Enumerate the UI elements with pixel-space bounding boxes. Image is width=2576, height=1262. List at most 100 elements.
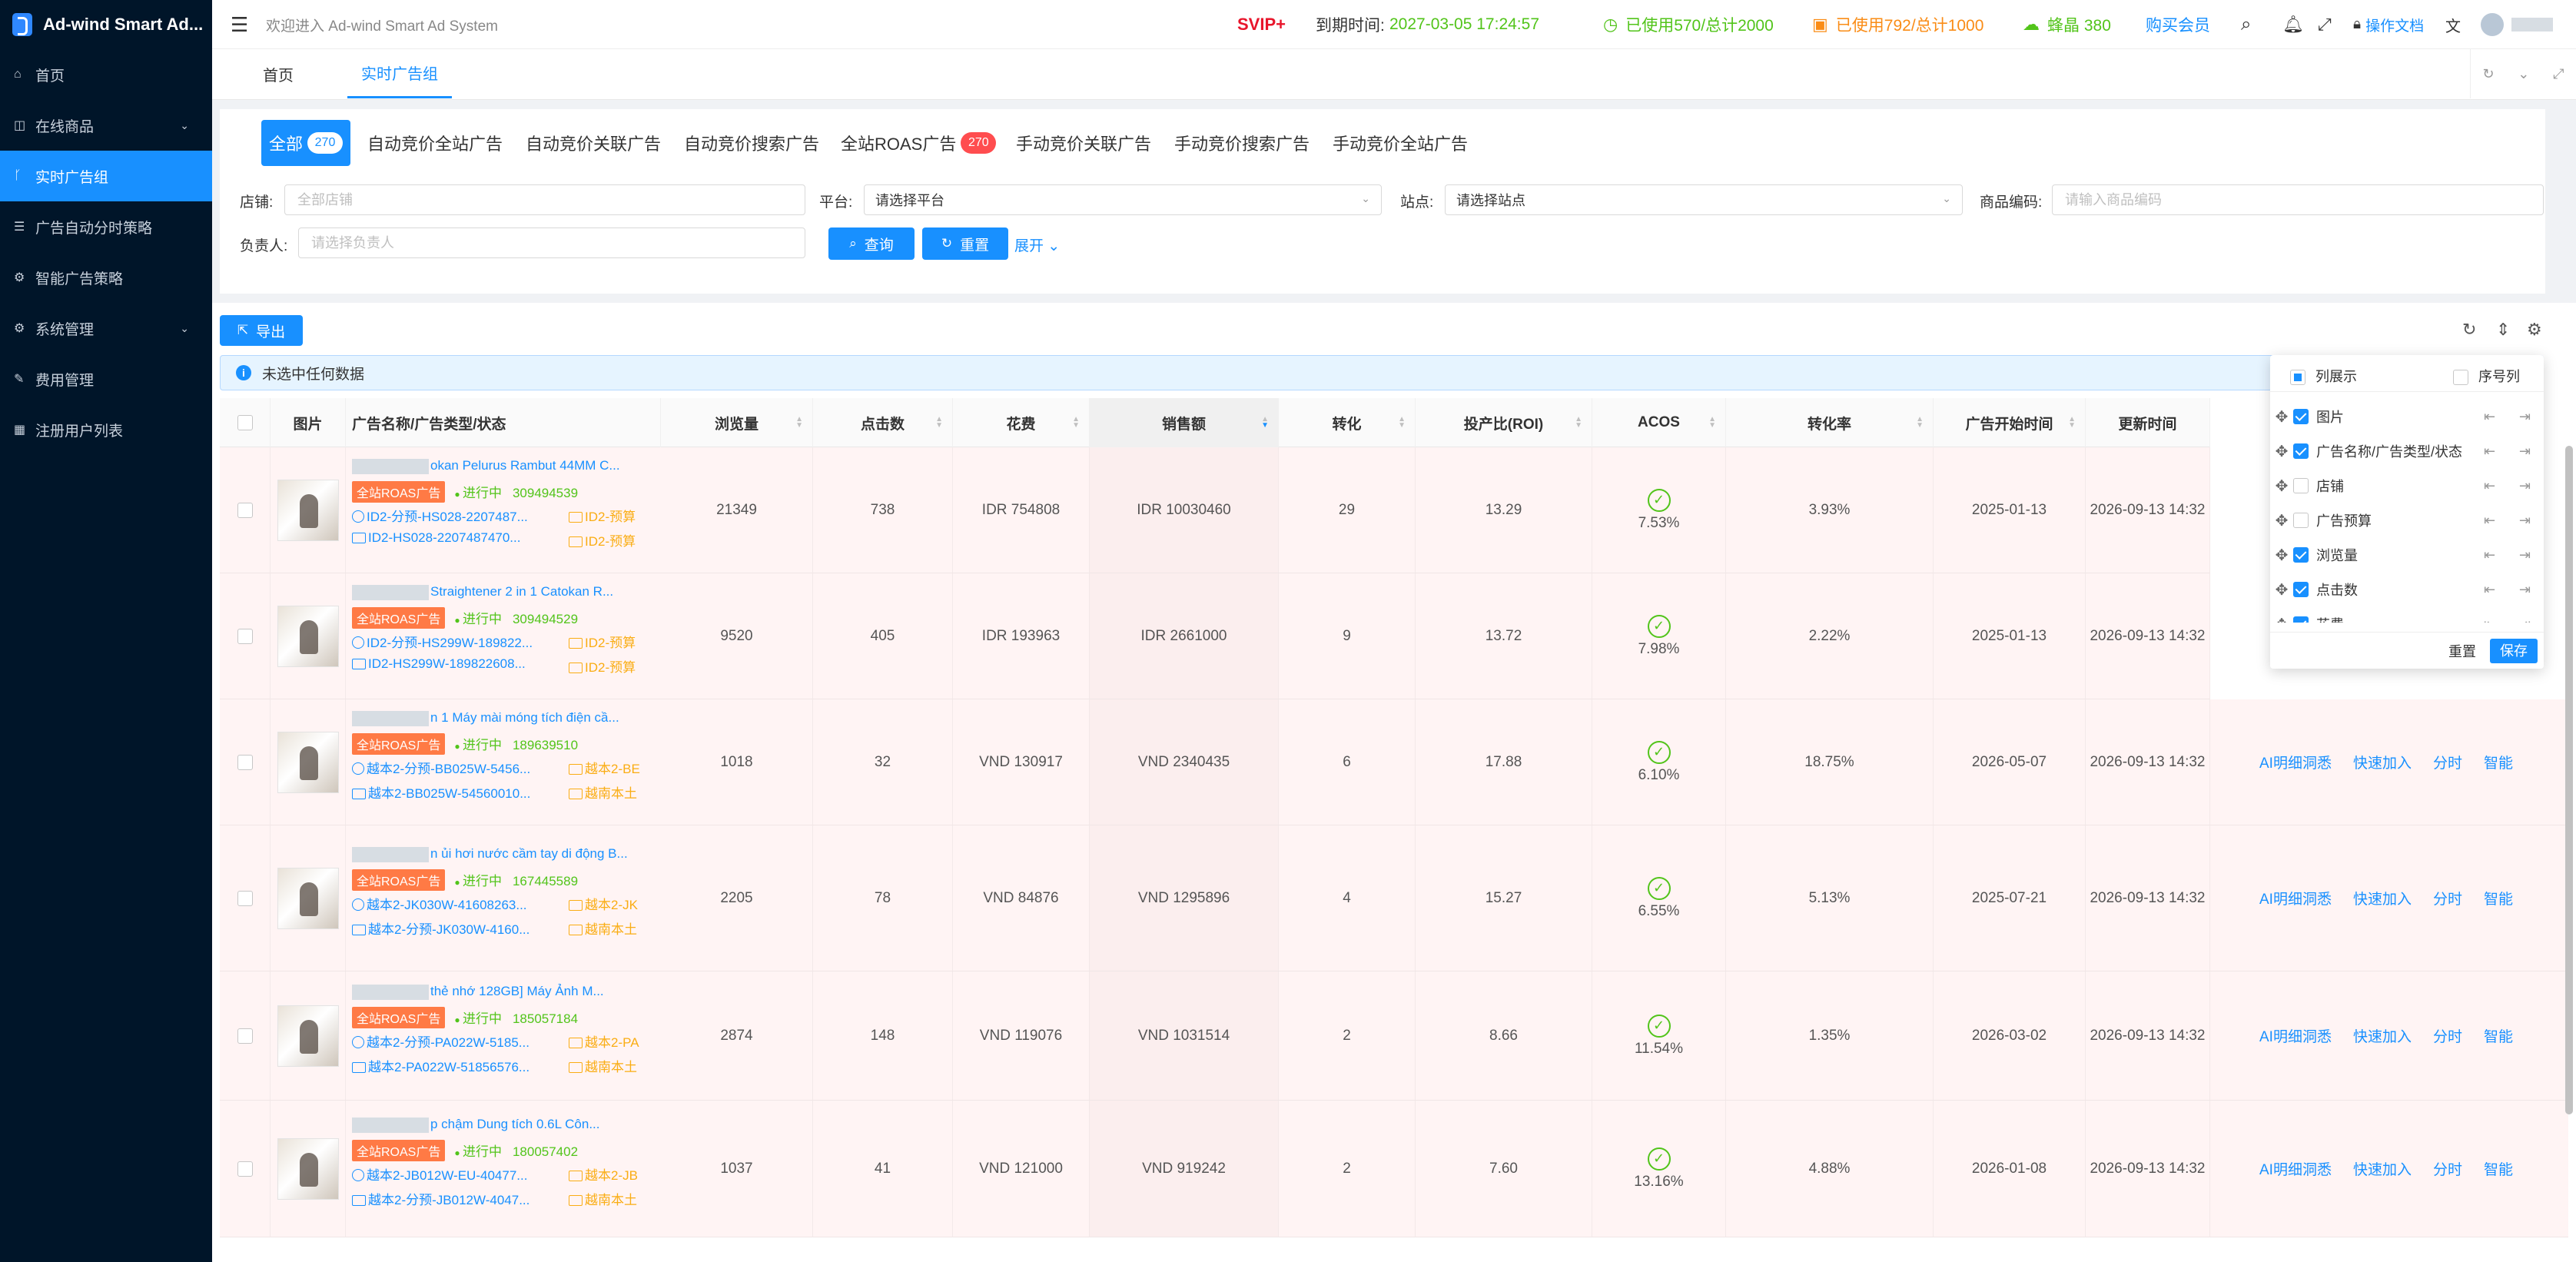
row-action-link[interactable]: 快速加入 [2353, 888, 2412, 908]
row-checkbox[interactable] [237, 1028, 253, 1044]
row-action-link[interactable]: AI明细洞悉 [2259, 888, 2332, 908]
row-action-link[interactable]: AI明细洞悉 [2259, 1158, 2332, 1179]
pin-left-icon[interactable]: ⇤ [2484, 409, 2495, 425]
query-button[interactable]: ⌕ 查询 [828, 227, 915, 260]
sidebar-item[interactable]: ᚴ 实时广告组 [0, 151, 212, 201]
product-thumbnail[interactable] [277, 867, 339, 929]
column-visible-checkbox[interactable] [2293, 616, 2309, 623]
sidebar-item[interactable]: ⚙ 系统管理 ⌄ [0, 303, 212, 354]
column-visible-checkbox[interactable] [2293, 547, 2309, 563]
column-setting-item[interactable]: ✥ 广告预算 ⇤ ⇥ [2270, 503, 2544, 537]
sort-icon[interactable]: ▲ ▼ [1575, 416, 1582, 430]
column-visible-checkbox[interactable] [2293, 478, 2309, 493]
table-row[interactable]: n 1 Máy mài móng tích điện cầ... 全站ROAS广告… [220, 699, 2210, 825]
sidebar-item[interactable]: ✎ 费用管理 [0, 354, 212, 404]
budget-tag[interactable]: 越本2-BE [569, 758, 652, 777]
column-header[interactable]: 销售额 ▲ ▼ [1090, 398, 1279, 447]
product-thumbnail[interactable] [277, 1137, 339, 1200]
row-action-link[interactable]: 分时 [2433, 1025, 2462, 1046]
drag-handle-icon[interactable]: ✥ [2270, 615, 2293, 623]
drag-handle-icon[interactable]: ✥ [2270, 580, 2293, 599]
row-action-link[interactable]: 智能 [2484, 1025, 2513, 1046]
row-action-link[interactable]: AI明细洞悉 [2259, 752, 2332, 772]
row-action-link[interactable]: 快速加入 [2353, 1158, 2412, 1179]
column-header[interactable]: 浏览量 ▲ ▼ [661, 398, 813, 447]
budget-tag[interactable]: ID2-预算 [569, 530, 652, 550]
row-action-link[interactable]: 智能 [2484, 888, 2513, 908]
sort-icon[interactable]: ▲ ▼ [1261, 416, 1269, 430]
ad-title-link[interactable]: okan Pelurus Rambut 44MM C... [352, 458, 650, 474]
show-columns-toggle[interactable]: 列展示 [2290, 366, 2357, 386]
sub-campaign-link[interactable]: 越本2-分预-PA022W-5185... [352, 1031, 529, 1051]
sort-icon[interactable]: ▲ ▼ [935, 416, 943, 430]
pin-left-icon[interactable]: ⇤ [2484, 478, 2495, 494]
drag-handle-icon[interactable]: ✥ [2270, 546, 2293, 565]
pin-right-icon[interactable]: ⇥ [2519, 582, 2531, 598]
row-action-link[interactable]: 分时 [2433, 1158, 2462, 1179]
app-logo[interactable]: Ad-wind Smart Ad... [0, 0, 212, 49]
tab-home[interactable]: 首页 [263, 49, 294, 98]
sort-icon[interactable]: ▲ ▼ [795, 416, 803, 430]
row-checkbox[interactable] [237, 1161, 253, 1177]
density-icon[interactable]: ⇕ [2496, 320, 2510, 340]
sort-icon[interactable]: ▲ ▼ [1916, 416, 1924, 430]
row-checkbox[interactable] [237, 628, 253, 644]
ad-title-link[interactable]: n 1 Máy mài móng tích điện cầ... [352, 710, 650, 726]
pin-right-icon[interactable]: ⇥ [2519, 443, 2531, 460]
ad-type-tab[interactable]: 自动竞价全站广告 [367, 120, 503, 166]
docs-link[interactable]: 🔒︎ 操作文档 [2353, 0, 2424, 49]
column-visible-checkbox[interactable] [2293, 443, 2309, 459]
index-column-toggle[interactable]: 序号列 [2453, 366, 2520, 386]
translate-icon[interactable]: 文 [2445, 0, 2461, 49]
column-setting-item[interactable]: ✥ 图片 ⇤ ⇥ [2270, 400, 2544, 433]
budget-tag[interactable]: 越南本土 [569, 1056, 652, 1075]
pin-left-icon[interactable]: ⇤ [2484, 582, 2495, 598]
search-icon[interactable]: ⌕ [2241, 0, 2251, 49]
sub-campaign-link[interactable]: 越本2-分预-BB025W-5456... [352, 758, 530, 777]
drag-handle-icon[interactable]: ✥ [2270, 407, 2293, 427]
row-action-link[interactable]: 快速加入 [2353, 1025, 2412, 1046]
column-header[interactable]: 花费 ▲ ▼ [953, 398, 1090, 447]
sub-campaign-link[interactable]: 越本2-BB025W-54560010... [352, 782, 530, 802]
sub-campaign-link[interactable]: 越本2-分预-JB012W-4047... [352, 1189, 529, 1208]
column-reset-button[interactable]: 重置 [2444, 640, 2481, 663]
platform-select[interactable]: 请选择平台 ⌄ [864, 184, 1382, 215]
refresh-tab-icon[interactable]: ↻ [2482, 66, 2494, 82]
column-visible-checkbox[interactable] [2293, 582, 2309, 597]
budget-tag[interactable]: 越南本土 [569, 782, 652, 802]
pin-left-icon[interactable]: ⇤ [2484, 443, 2495, 460]
buy-membership-link[interactable]: 购买会员 [2146, 0, 2210, 49]
budget-tag[interactable]: 越本2-JK [569, 894, 652, 913]
expand-link[interactable]: 展开 ⌄ [1014, 234, 1060, 255]
pin-left-icon[interactable]: ⇤ [2484, 616, 2495, 623]
product-thumbnail[interactable] [277, 1005, 339, 1067]
product-thumbnail[interactable] [277, 479, 339, 541]
sub-campaign-link[interactable]: 越本2-JB012W-EU-40477... [352, 1164, 527, 1184]
sidebar-item[interactable]: ⌂ 首页 [0, 49, 212, 100]
table-scrollbar[interactable] [2565, 446, 2573, 1114]
tab-dropdown-icon[interactable]: ⌄ [2518, 66, 2529, 82]
row-action-link[interactable]: 智能 [2484, 752, 2513, 772]
sidebar-item[interactable]: ◫ 在线商品 ⌄ [0, 100, 212, 151]
ad-title-link[interactable]: p chậm Dung tích 0.6L Côn... [352, 1117, 650, 1133]
user-avatar[interactable] [2481, 0, 2553, 49]
table-row[interactable]: thẻ nhớ 128GB] Máy Ảnh M... 全站ROAS广告进行中 18… [220, 971, 2210, 1101]
table-row[interactable]: Straightener 2 in 1 Catokan R... 全站ROAS广告… [220, 573, 2210, 699]
ad-type-tab[interactable]: 全站ROAS广告 270 [841, 120, 997, 166]
drag-handle-icon[interactable]: ✥ [2270, 477, 2293, 496]
show-columns-checkbox[interactable] [2290, 370, 2305, 386]
select-all-checkbox[interactable] [237, 415, 253, 430]
sub-campaign-link[interactable]: 越本2-分预-JK030W-4160... [352, 918, 529, 938]
sort-icon[interactable]: ▲ ▼ [1398, 416, 1406, 430]
row-action-link[interactable]: 快速加入 [2353, 752, 2412, 772]
product-thumbnail[interactable] [277, 605, 339, 667]
column-header[interactable]: ACOS ▲ ▼ [1592, 398, 1726, 447]
pin-right-icon[interactable]: ⇥ [2519, 616, 2531, 623]
site-select[interactable]: 请选择站点 ⌄ [1445, 184, 1963, 215]
reload-icon[interactable]: ↻ [2462, 320, 2476, 340]
ad-title-link[interactable]: n ủi hơi nước cầm tay di động B... [352, 846, 650, 862]
ad-type-tab[interactable]: 自动竞价搜索广告 [684, 120, 819, 166]
sort-icon[interactable]: ▲ ▼ [1708, 416, 1716, 430]
pin-left-icon[interactable]: ⇤ [2484, 547, 2495, 563]
sidebar-item[interactable]: ▦ 注册用户列表 [0, 404, 212, 455]
